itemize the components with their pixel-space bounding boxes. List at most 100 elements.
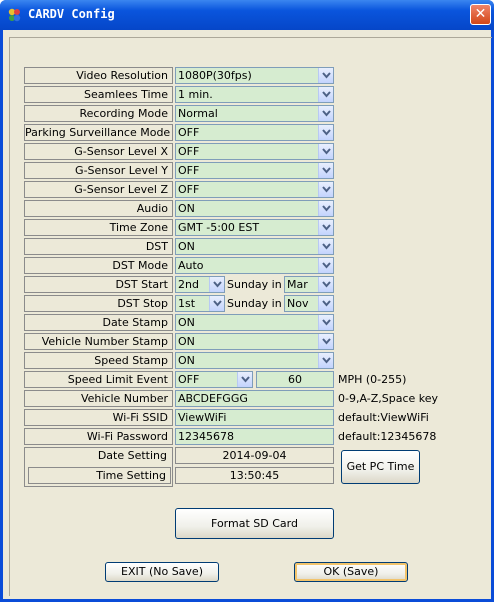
dialog-client: Video Resolution 1080P(30fps) Seamlees Tim… — [3, 30, 492, 599]
dst-start-month-value: Mar — [287, 278, 308, 291]
dst-stop-middle-text: Sunday in — [227, 297, 282, 310]
vehicle-number-stamp-select[interactable]: ON — [175, 333, 334, 350]
vehicle-number-hint: 0-9,A-Z,Space key — [338, 392, 439, 405]
chevron-down-icon[interactable] — [318, 87, 333, 102]
seamlees-time-select[interactable]: 1 min. — [175, 86, 334, 103]
g-sensor-level-y-label: G-Sensor Level Y — [24, 162, 173, 179]
audio-select[interactable]: ON — [175, 200, 334, 217]
window-title: CARDV Config — [28, 7, 115, 21]
speed-stamp-label: Speed Stamp — [24, 352, 173, 369]
chevron-down-icon[interactable] — [318, 125, 333, 140]
chevron-down-icon[interactable] — [318, 353, 333, 368]
video-resolution-label: Video Resolution — [24, 67, 173, 84]
exit-no-save-button[interactable]: EXIT (No Save) — [105, 562, 219, 582]
chevron-down-icon[interactable] — [318, 163, 333, 178]
chevron-down-icon[interactable] — [318, 182, 333, 197]
wifi-password-hint: default:12345678 — [338, 430, 437, 443]
chevron-down-icon[interactable] — [318, 201, 333, 216]
vehicle-number-label: Vehicle Number — [24, 390, 173, 407]
chevron-down-icon[interactable] — [318, 239, 333, 254]
dst-start-label: DST Start — [24, 276, 173, 293]
seamlees-time-label: Seamlees Time — [24, 86, 173, 103]
chevron-down-icon[interactable] — [318, 334, 333, 349]
chevron-down-icon[interactable] — [318, 106, 333, 121]
chevron-down-icon[interactable] — [318, 144, 333, 159]
dst-start-middle-text: Sunday in — [227, 278, 282, 291]
g-sensor-level-x-value: OFF — [178, 145, 200, 158]
video-resolution-value: 1080P(30fps) — [178, 69, 252, 82]
parking-surveillance-mode-value: OFF — [178, 126, 200, 139]
dst-select[interactable]: ON — [175, 238, 334, 255]
ok-save-button[interactable]: OK (Save) — [294, 562, 408, 582]
close-icon: ✕ — [474, 6, 487, 22]
date-setting-field[interactable]: 2014-09-04 — [175, 447, 334, 464]
chevron-down-icon[interactable] — [209, 296, 224, 311]
app-icon — [8, 8, 21, 22]
time-setting-field[interactable]: 13:50:45 — [175, 467, 334, 484]
wifi-ssid-input[interactable]: ViewWiFi — [175, 409, 334, 426]
dst-stop-month-value: Nov — [287, 297, 309, 310]
g-sensor-level-z-value: OFF — [178, 183, 200, 196]
speed-limit-hint: MPH (0-255) — [338, 373, 407, 386]
audio-value: ON — [178, 202, 195, 215]
speed-stamp-value: ON — [178, 354, 195, 367]
chevron-down-icon[interactable] — [318, 258, 333, 273]
speed-limit-select[interactable]: OFF — [175, 371, 253, 388]
chevron-down-icon[interactable] — [318, 68, 333, 83]
get-pc-time-button[interactable]: Get PC Time — [341, 450, 420, 484]
g-sensor-level-y-select[interactable]: OFF — [175, 162, 334, 179]
recording-mode-select[interactable]: Normal — [175, 105, 334, 122]
dst-start-month-select[interactable]: Mar — [284, 276, 334, 293]
dst-mode-value: Auto — [178, 259, 204, 272]
speed-limit-label: Speed Limit Event — [24, 371, 173, 388]
speed-limit-input[interactable]: 60 — [256, 371, 334, 388]
speed-limit-value: OFF — [178, 373, 200, 386]
dst-stop-label: DST Stop — [24, 295, 173, 312]
time-zone-label: Time Zone — [24, 219, 173, 236]
g-sensor-level-y-value: OFF — [178, 164, 200, 177]
chevron-down-icon[interactable] — [318, 220, 333, 235]
dst-stop-month-select[interactable]: Nov — [284, 295, 334, 312]
seamlees-time-value: 1 min. — [178, 88, 213, 101]
video-resolution-select[interactable]: 1080P(30fps) — [175, 67, 334, 84]
date-stamp-label: Date Stamp — [24, 314, 173, 331]
audio-label: Audio — [24, 200, 173, 217]
chevron-down-icon[interactable] — [209, 277, 224, 292]
date-stamp-value: ON — [178, 316, 195, 329]
dst-start-week-value: 2nd — [178, 278, 199, 291]
wifi-password-label: Wi-Fi Password — [24, 428, 173, 445]
time-setting-label: Time Setting — [28, 467, 171, 484]
parking-surveillance-mode-select[interactable]: OFF — [175, 124, 334, 141]
chevron-down-icon[interactable] — [237, 372, 252, 387]
format-sd-card-button[interactable]: Format SD Card — [175, 508, 334, 539]
chevron-down-icon[interactable] — [318, 315, 333, 330]
dst-value: ON — [178, 240, 195, 253]
title-bar[interactable]: CARDV Config ✕ — [0, 0, 494, 30]
dst-mode-label: DST Mode — [24, 257, 173, 274]
g-sensor-level-z-select[interactable]: OFF — [175, 181, 334, 198]
date-setting-label: Date Setting — [28, 448, 171, 465]
g-sensor-level-x-select[interactable]: OFF — [175, 143, 334, 160]
vehicle-number-stamp-value: ON — [178, 335, 195, 348]
dst-stop-week-value: 1st — [178, 297, 196, 310]
speed-stamp-select[interactable]: ON — [175, 352, 334, 369]
date-stamp-select[interactable]: ON — [175, 314, 334, 331]
g-sensor-level-x-label: G-Sensor Level X — [24, 143, 173, 160]
close-button[interactable]: ✕ — [470, 4, 491, 25]
recording-mode-label: Recording Mode — [24, 105, 173, 122]
wifi-ssid-label: Wi-Fi SSID — [24, 409, 173, 426]
vehicle-number-input[interactable]: ABCDEFGGG — [175, 390, 334, 407]
wifi-password-input[interactable]: 12345678 — [175, 428, 334, 445]
vehicle-number-stamp-label: Vehicle Number Stamp — [24, 333, 173, 350]
dst-stop-week-select[interactable]: 1st — [175, 295, 225, 312]
g-sensor-level-z-label: G-Sensor Level Z — [24, 181, 173, 198]
parking-surveillance-mode-label: Parking Surveillance Mode — [24, 124, 173, 141]
chevron-down-icon[interactable] — [318, 277, 333, 292]
wifi-ssid-hint: default:ViewWiFi — [338, 411, 429, 424]
chevron-down-icon[interactable] — [318, 296, 333, 311]
time-zone-value: GMT -5:00 EST — [178, 221, 260, 234]
dst-start-week-select[interactable]: 2nd — [175, 276, 225, 293]
time-zone-select[interactable]: GMT -5:00 EST — [175, 219, 334, 236]
recording-mode-value: Normal — [178, 107, 218, 120]
dst-mode-select[interactable]: Auto — [175, 257, 334, 274]
